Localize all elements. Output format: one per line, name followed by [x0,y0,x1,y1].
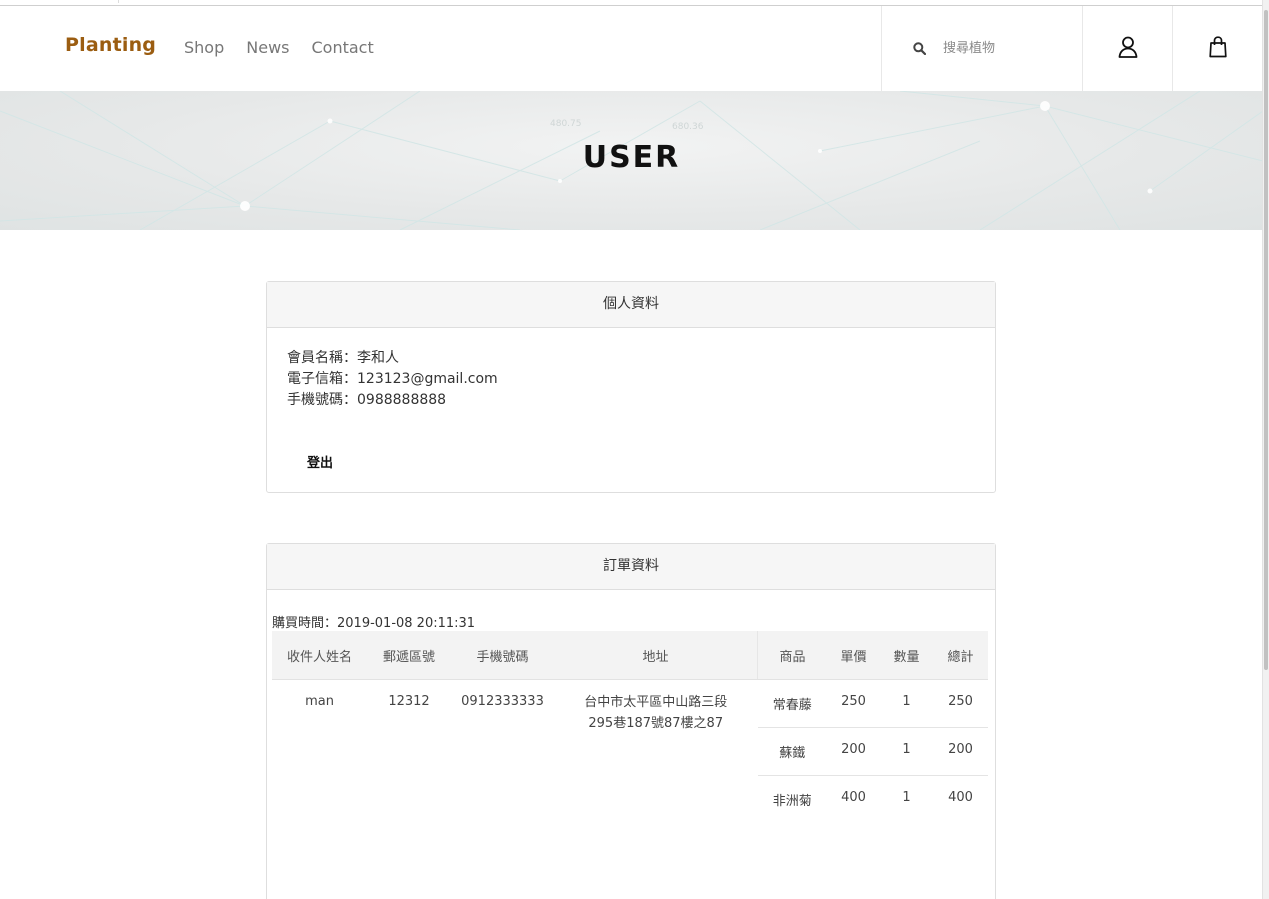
item-price: 400 [841,790,866,805]
svg-text:680.36: 680.36 [672,122,704,132]
col-zip: 郵遞區號 [367,631,451,680]
page-banner: 480.75 680.36 USER [0,91,1263,230]
nav-contact[interactable]: Contact [311,38,373,57]
item-total: 400 [948,790,973,805]
page-title: USER [582,140,681,175]
table-row: man 12312 0912333333 台中市太平區中山路三段 295巷187… [272,679,988,731]
item-qty: 1 [880,727,933,776]
orders-panel-heading: 訂單資料 [267,544,995,590]
col-phone: 手機號碼 [451,631,554,680]
item-price: 200 [827,727,880,776]
col-quantity: 數量 [880,631,933,680]
profile-panel: 個人資料 會員名稱：李和人 電子信箱：123123@gmail.com 手機號碼… [266,281,996,493]
col-address: 地址 [554,631,758,680]
nav-news[interactable]: News [246,38,289,57]
site-logo[interactable]: Planting [65,34,156,56]
recipient-zip: 12312 [388,694,430,709]
item-price: 250 [827,679,880,728]
page: Planting Shop News Contact 搜尋植物 480.75 6… [0,0,1269,899]
item-name: 蘇鐵 [757,727,827,776]
col-unit-price: 單價 [827,631,880,680]
item-name: 常春藤 [757,679,827,728]
member-name: 會員名稱：李和人 [287,350,399,366]
item-name: 非洲菊 [772,794,812,809]
main-nav: Shop News Contact [184,38,396,57]
item-total: 200 [933,727,988,776]
item-qty: 1 [880,679,933,728]
order-table: 收件人姓名 郵遞區號 手機號碼 地址 商品 單價 數量 總計 man 12312… [272,631,988,823]
search-input[interactable] [941,40,1075,57]
cart-button[interactable] [1172,6,1263,91]
col-total: 總計 [933,631,988,680]
item-total: 250 [933,679,988,728]
logout-button[interactable]: 登出 [307,452,333,471]
nav-shop[interactable]: Shop [184,38,224,57]
profile-panel-heading: 個人資料 [267,282,995,328]
search-box [881,6,1083,91]
item-qty: 1 [902,790,911,805]
col-product: 商品 [757,631,827,680]
user-icon [1118,36,1138,62]
member-phone: 手機號碼：0988888888 [287,392,447,408]
recipient-address: 台中市太平區中山路三段 295巷187號87樓之87 [554,680,758,824]
purchase-time: 購買時間：2019-01-08 20:11:31 [272,616,476,631]
profile-details: 會員名稱：李和人 電子信箱：123123@gmail.com 手機號碼：0988… [287,348,498,411]
address-line-1: 台中市太平區中山路三段 [584,695,728,710]
shopping-bag-icon [1209,35,1227,62]
member-email: 電子信箱：123123@gmail.com [287,371,498,387]
orders-panel: 訂單資料 購買時間：2019-01-08 20:11:31 收件人姓名 郵遞區號… [266,543,996,899]
recipient-phone: 0912333333 [461,694,544,709]
search-icon[interactable] [912,42,926,56]
order-table-header: 收件人姓名 郵遞區號 手機號碼 地址 商品 單價 數量 總計 [272,631,988,680]
recipient-name: man [305,694,334,709]
svg-text:480.75: 480.75 [550,119,582,129]
col-recipient-name: 收件人姓名 [272,631,367,680]
user-account-button[interactable] [1082,6,1173,91]
scrollbar-thumb[interactable] [1264,10,1268,670]
address-line-2: 295巷187號87樓之87 [588,716,724,731]
page-scrollbar[interactable] [1262,0,1269,899]
site-header: Planting Shop News Contact [0,6,1263,91]
